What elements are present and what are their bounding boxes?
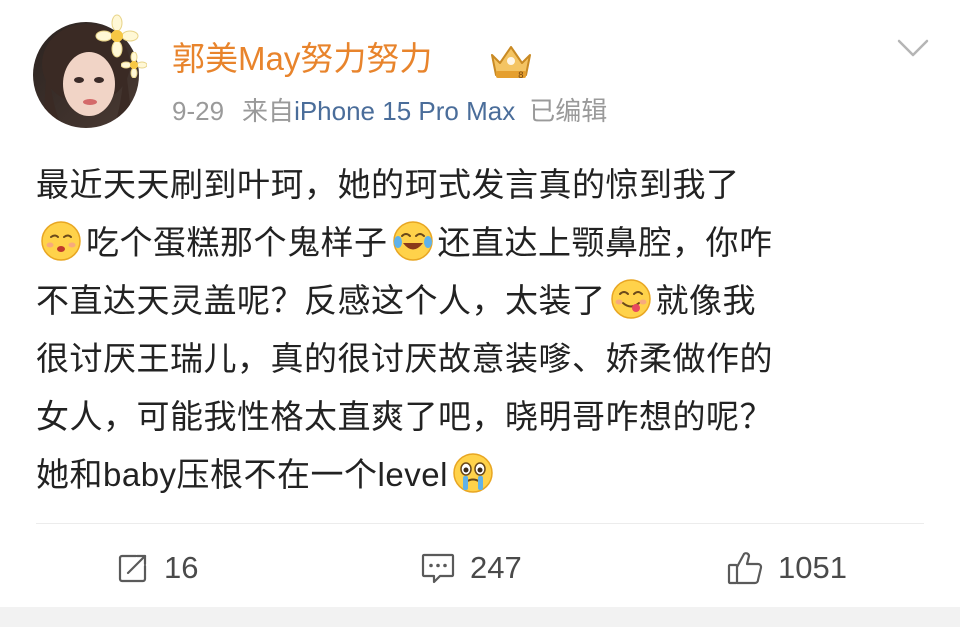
content-line-2: 吃个蛋糕那个鬼样子 还直达上颚鼻腔，你咋 [36,214,936,272]
edited-label[interactable]: 已编辑 [529,96,607,126]
smirk-face-emoji [41,221,81,261]
comment-count: 247 [470,550,522,585]
crying-face-emoji [453,453,493,493]
action-bar: 16 247 1051 [0,540,960,596]
post-meta: 9-29 来自iPhone 15 Pro Max 已编辑 [172,92,607,130]
content-line-3b: 就像我 [655,282,756,319]
chevron-down-icon[interactable] [893,33,933,63]
avatar[interactable] [33,14,147,128]
thumbs-up-icon [727,552,763,585]
post-content: 最近天天刷到叶珂，她的珂式发言真的惊到我了 吃个蛋糕那个鬼样子 还直达上颚鼻腔，… [36,156,936,504]
comment-icon [421,553,455,584]
content-line-6: 她和baby压根不在一个level [36,446,936,504]
content-line-3: 不直达天灵盖呢？反感这个人，太装了 就像我 [36,272,936,330]
repost-count: 16 [164,550,199,585]
laugh-tears-emoji [392,221,433,261]
device-source[interactable]: iPhone 15 Pro Max [294,96,515,126]
content-line-5: 女人，可能我性格太直爽了吧，晓明哥咋想的呢？ [36,398,773,435]
post-date: 9-29 [172,96,225,126]
source-prefix: 来自 [242,96,295,126]
yummy-face-emoji [610,279,651,319]
content-line-2b: 还直达上颚鼻腔，你咋 [437,224,773,261]
small-flower-icon [121,52,147,78]
vip-crown-badge-icon[interactable]: 8 [488,41,534,81]
like-button[interactable]: 1051 [726,540,847,596]
content-line-1: 最近天天刷到叶珂，她的珂式发言真的惊到我了 [36,166,740,203]
divider [36,523,924,524]
comment-button[interactable]: 247 [420,540,522,596]
like-count: 1051 [778,550,847,585]
svg-text:8: 8 [518,71,524,81]
weibo-post: 郭美May努力努力 8 9-29 来自iPhone 15 Pro Max 已编辑 最… [0,0,960,627]
content-line-6-text: 她和baby压根不在一个level [36,456,448,493]
content-line-3a: 不直达天灵盖呢？反感这个人，太装了 [36,282,606,319]
repost-button[interactable]: 16 [116,540,198,596]
bottom-separator [0,607,960,627]
content-line-2a: 吃个蛋糕那个鬼样子 [86,224,388,261]
share-icon [118,554,147,583]
username[interactable]: 郭美May努力努力 [172,36,432,82]
content-line-4: 很讨厌王瑞儿，真的很讨厌故意装嗲、娇柔做作的 [36,340,773,377]
